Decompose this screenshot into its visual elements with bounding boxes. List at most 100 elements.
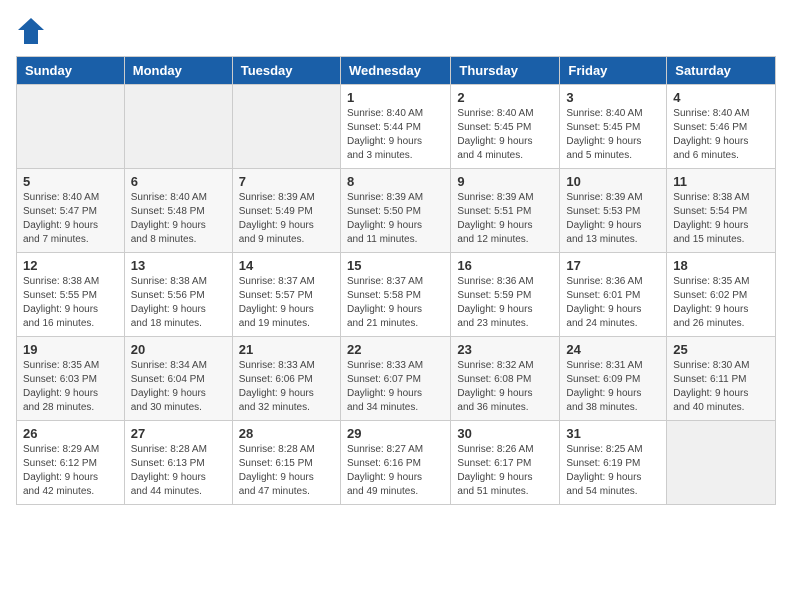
day-info: Sunrise: 8:25 AM Sunset: 6:19 PM Dayligh… (566, 443, 660, 499)
day-number: 29 (347, 426, 444, 441)
day-number: 19 (23, 342, 118, 357)
day-info: Sunrise: 8:29 AM Sunset: 6:12 PM Dayligh… (23, 443, 118, 499)
day-number: 13 (131, 258, 226, 273)
day-cell: 21 Sunrise: 8:33 AM Sunset: 6:06 PM Dayli… (232, 337, 340, 421)
day-info: Sunrise: 8:40 AM Sunset: 5:47 PM Dayligh… (23, 191, 118, 247)
day-number: 21 (239, 342, 334, 357)
day-number: 11 (673, 174, 769, 189)
day-info: Sunrise: 8:33 AM Sunset: 6:07 PM Dayligh… (347, 359, 444, 415)
day-cell: 14 Sunrise: 8:37 AM Sunset: 5:57 PM Dayli… (232, 253, 340, 337)
day-cell: 1Sunrise: 8:40 AM Sunset: 5:44 PM Daylig… (340, 85, 450, 169)
day-number: 18 (673, 258, 769, 273)
day-cell: 12Sunrise: 8:38 AM Sunset: 5:55 PM Dayli… (17, 253, 125, 337)
day-cell: 17 Sunrise: 8:36 AM Sunset: 6:01 PM Dayli… (560, 253, 667, 337)
day-cell (124, 85, 232, 169)
day-number: 14 (239, 258, 334, 273)
day-info: Sunrise: 8:40 AM Sunset: 5:48 PM Dayligh… (131, 191, 226, 247)
day-cell: 22 Sunrise: 8:33 AM Sunset: 6:07 PM Dayli… (340, 337, 450, 421)
day-cell: 29Sunrise: 8:27 AM Sunset: 6:16 PM Dayli… (340, 421, 450, 505)
day-info: Sunrise: 8:39 AM Sunset: 5:50 PM Dayligh… (347, 191, 444, 247)
day-info: Sunrise: 8:38 AM Sunset: 5:56 PM Dayligh… (131, 275, 226, 331)
day-info: Sunrise: 8:32 AM Sunset: 6:08 PM Dayligh… (457, 359, 553, 415)
day-cell: 28 Sunrise: 8:28 AM Sunset: 6:15 PM Dayli… (232, 421, 340, 505)
day-number: 22 (347, 342, 444, 357)
week-row-1: 1Sunrise: 8:40 AM Sunset: 5:44 PM Daylig… (17, 85, 776, 169)
header-cell-thursday: Thursday (451, 57, 560, 85)
day-number: 8 (347, 174, 444, 189)
week-row-5: 26 Sunrise: 8:29 AM Sunset: 6:12 PM Dayli… (17, 421, 776, 505)
day-cell: 2 Sunrise: 8:40 AM Sunset: 5:45 PM Daylig… (451, 85, 560, 169)
day-info: Sunrise: 8:40 AM Sunset: 5:46 PM Dayligh… (673, 107, 769, 163)
header-cell-tuesday: Tuesday (232, 57, 340, 85)
header-cell-friday: Friday (560, 57, 667, 85)
day-info: Sunrise: 8:37 AM Sunset: 5:58 PM Dayligh… (347, 275, 444, 331)
day-cell: 30 Sunrise: 8:26 AM Sunset: 6:17 PM Dayli… (451, 421, 560, 505)
day-info: Sunrise: 8:36 AM Sunset: 6:01 PM Dayligh… (566, 275, 660, 331)
day-info: Sunrise: 8:38 AM Sunset: 5:54 PM Dayligh… (673, 191, 769, 247)
day-number: 25 (673, 342, 769, 357)
day-number: 10 (566, 174, 660, 189)
day-cell: 25 Sunrise: 8:30 AM Sunset: 6:11 PM Dayli… (667, 337, 776, 421)
header-cell-wednesday: Wednesday (340, 57, 450, 85)
page-header (16, 16, 776, 46)
day-cell (17, 85, 125, 169)
header-cell-sunday: Sunday (17, 57, 125, 85)
day-number: 20 (131, 342, 226, 357)
day-info: Sunrise: 8:31 AM Sunset: 6:09 PM Dayligh… (566, 359, 660, 415)
calendar-table: SundayMondayTuesdayWednesdayThursdayFrid… (16, 56, 776, 505)
day-cell: 26 Sunrise: 8:29 AM Sunset: 6:12 PM Dayli… (17, 421, 125, 505)
week-row-2: 5 Sunrise: 8:40 AM Sunset: 5:47 PM Daylig… (17, 169, 776, 253)
day-cell: 7Sunrise: 8:39 AM Sunset: 5:49 PM Daylig… (232, 169, 340, 253)
day-cell: 20 Sunrise: 8:34 AM Sunset: 6:04 PM Dayli… (124, 337, 232, 421)
day-number: 12 (23, 258, 118, 273)
day-number: 1 (347, 90, 444, 105)
logo-icon (16, 16, 46, 46)
day-number: 17 (566, 258, 660, 273)
day-cell: 23 Sunrise: 8:32 AM Sunset: 6:08 PM Dayli… (451, 337, 560, 421)
day-cell: 6Sunrise: 8:40 AM Sunset: 5:48 PM Daylig… (124, 169, 232, 253)
day-cell: 31 Sunrise: 8:25 AM Sunset: 6:19 PM Dayli… (560, 421, 667, 505)
day-number: 3 (566, 90, 660, 105)
day-info: Sunrise: 8:39 AM Sunset: 5:53 PM Dayligh… (566, 191, 660, 247)
day-cell: 4Sunrise: 8:40 AM Sunset: 5:46 PM Daylig… (667, 85, 776, 169)
day-number: 23 (457, 342, 553, 357)
day-number: 31 (566, 426, 660, 441)
day-cell: 3 Sunrise: 8:40 AM Sunset: 5:45 PM Daylig… (560, 85, 667, 169)
day-cell: 9Sunrise: 8:39 AM Sunset: 5:51 PM Daylig… (451, 169, 560, 253)
day-cell: 5 Sunrise: 8:40 AM Sunset: 5:47 PM Daylig… (17, 169, 125, 253)
day-number: 27 (131, 426, 226, 441)
day-cell: 19 Sunrise: 8:35 AM Sunset: 6:03 PM Dayli… (17, 337, 125, 421)
day-number: 2 (457, 90, 553, 105)
day-number: 30 (457, 426, 553, 441)
day-info: Sunrise: 8:37 AM Sunset: 5:57 PM Dayligh… (239, 275, 334, 331)
day-info: Sunrise: 8:33 AM Sunset: 6:06 PM Dayligh… (239, 359, 334, 415)
day-info: Sunrise: 8:26 AM Sunset: 6:17 PM Dayligh… (457, 443, 553, 499)
day-info: Sunrise: 8:35 AM Sunset: 6:03 PM Dayligh… (23, 359, 118, 415)
day-cell: 11 Sunrise: 8:38 AM Sunset: 5:54 PM Dayli… (667, 169, 776, 253)
day-info: Sunrise: 8:40 AM Sunset: 5:45 PM Dayligh… (566, 107, 660, 163)
day-number: 26 (23, 426, 118, 441)
day-cell: 13 Sunrise: 8:38 AM Sunset: 5:56 PM Dayli… (124, 253, 232, 337)
day-cell: 16Sunrise: 8:36 AM Sunset: 5:59 PM Dayli… (451, 253, 560, 337)
day-number: 28 (239, 426, 334, 441)
day-info: Sunrise: 8:28 AM Sunset: 6:15 PM Dayligh… (239, 443, 334, 499)
day-info: Sunrise: 8:30 AM Sunset: 6:11 PM Dayligh… (673, 359, 769, 415)
day-info: Sunrise: 8:34 AM Sunset: 6:04 PM Dayligh… (131, 359, 226, 415)
day-info: Sunrise: 8:39 AM Sunset: 5:51 PM Dayligh… (457, 191, 553, 247)
day-cell: 27 Sunrise: 8:28 AM Sunset: 6:13 PM Dayli… (124, 421, 232, 505)
day-cell: 18 Sunrise: 8:35 AM Sunset: 6:02 PM Dayli… (667, 253, 776, 337)
day-cell (667, 421, 776, 505)
day-info: Sunrise: 8:39 AM Sunset: 5:49 PM Dayligh… (239, 191, 334, 247)
calendar-body: 1Sunrise: 8:40 AM Sunset: 5:44 PM Daylig… (17, 85, 776, 505)
day-info: Sunrise: 8:40 AM Sunset: 5:45 PM Dayligh… (457, 107, 553, 163)
day-info: Sunrise: 8:28 AM Sunset: 6:13 PM Dayligh… (131, 443, 226, 499)
header-cell-monday: Monday (124, 57, 232, 85)
day-info: Sunrise: 8:35 AM Sunset: 6:02 PM Dayligh… (673, 275, 769, 331)
day-cell: 10 Sunrise: 8:39 AM Sunset: 5:53 PM Dayli… (560, 169, 667, 253)
day-cell: 15Sunrise: 8:37 AM Sunset: 5:58 PM Dayli… (340, 253, 450, 337)
day-number: 5 (23, 174, 118, 189)
logo (16, 16, 50, 46)
header-row: SundayMondayTuesdayWednesdayThursdayFrid… (17, 57, 776, 85)
week-row-4: 19 Sunrise: 8:35 AM Sunset: 6:03 PM Dayli… (17, 337, 776, 421)
day-number: 24 (566, 342, 660, 357)
